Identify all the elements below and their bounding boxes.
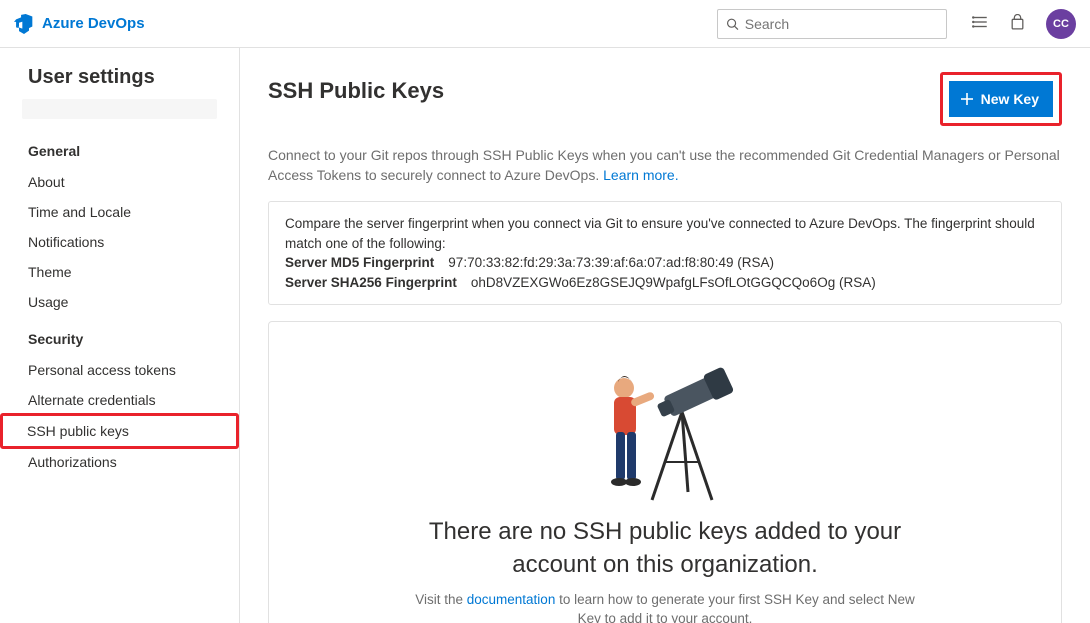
page-description: Connect to your Git repos through SSH Pu… bbox=[268, 146, 1062, 185]
search-icon bbox=[726, 17, 739, 31]
avatar[interactable]: CC bbox=[1046, 9, 1076, 39]
plus-icon bbox=[959, 91, 975, 107]
marketplace-icon[interactable] bbox=[1009, 14, 1026, 34]
section-security: Security bbox=[0, 317, 239, 355]
main-content: SSH Public Keys New Key Connect to your … bbox=[240, 48, 1090, 623]
sha256-value: ohD8VZEXGWo6Ez8GSEJQ9WpafgLFsOfLOtGGQCQo… bbox=[471, 273, 876, 293]
product-name: Azure DevOps bbox=[42, 15, 145, 32]
sidebar-title: User settings bbox=[0, 66, 239, 95]
nav-time-locale[interactable]: Time and Locale bbox=[0, 197, 239, 227]
product-logo[interactable]: Azure DevOps bbox=[14, 14, 145, 34]
nav-authorizations[interactable]: Authorizations bbox=[0, 447, 239, 477]
header-actions: CC bbox=[971, 9, 1076, 39]
nav-usage[interactable]: Usage bbox=[0, 287, 239, 317]
nav-ssh-keys[interactable]: SSH public keys bbox=[0, 413, 239, 449]
avatar-initials: CC bbox=[1053, 18, 1069, 30]
empty-state: There are no SSH public keys added to yo… bbox=[268, 321, 1062, 623]
azure-devops-icon bbox=[14, 14, 34, 34]
learn-more-link[interactable]: Learn more. bbox=[603, 167, 678, 183]
sha256-label: Server SHA256 Fingerprint bbox=[285, 273, 457, 293]
empty-illustration bbox=[289, 342, 1041, 502]
user-placeholder bbox=[22, 99, 217, 119]
md5-label: Server MD5 Fingerprint bbox=[285, 253, 434, 273]
list-icon[interactable] bbox=[971, 13, 989, 34]
documentation-link[interactable]: documentation bbox=[467, 592, 556, 607]
md5-value: 97:70:33:82:fd:29:3a:73:39:af:6a:07:ad:f… bbox=[448, 253, 774, 273]
fingerprint-intro: Compare the server fingerprint when you … bbox=[285, 214, 1045, 253]
new-key-label: New Key bbox=[981, 91, 1039, 107]
fingerprint-box: Compare the server fingerprint when you … bbox=[268, 201, 1062, 305]
nav-notifications[interactable]: Notifications bbox=[0, 227, 239, 257]
empty-subtext: Visit the documentation to learn how to … bbox=[405, 591, 925, 623]
sidebar: User settings General About Time and Loc… bbox=[0, 48, 240, 623]
nav-theme[interactable]: Theme bbox=[0, 257, 239, 287]
new-key-button[interactable]: New Key bbox=[949, 81, 1053, 117]
new-key-highlight: New Key bbox=[940, 72, 1062, 126]
nav-alt-creds[interactable]: Alternate credentials bbox=[0, 385, 239, 415]
global-header: Azure DevOps CC bbox=[0, 0, 1090, 48]
nav-about[interactable]: About bbox=[0, 167, 239, 197]
section-general: General bbox=[0, 129, 239, 167]
search-box[interactable] bbox=[717, 9, 947, 39]
page-title: SSH Public Keys bbox=[268, 72, 444, 104]
search-input[interactable] bbox=[745, 16, 938, 32]
nav-pat[interactable]: Personal access tokens bbox=[0, 355, 239, 385]
empty-heading: There are no SSH public keys added to yo… bbox=[385, 516, 945, 581]
